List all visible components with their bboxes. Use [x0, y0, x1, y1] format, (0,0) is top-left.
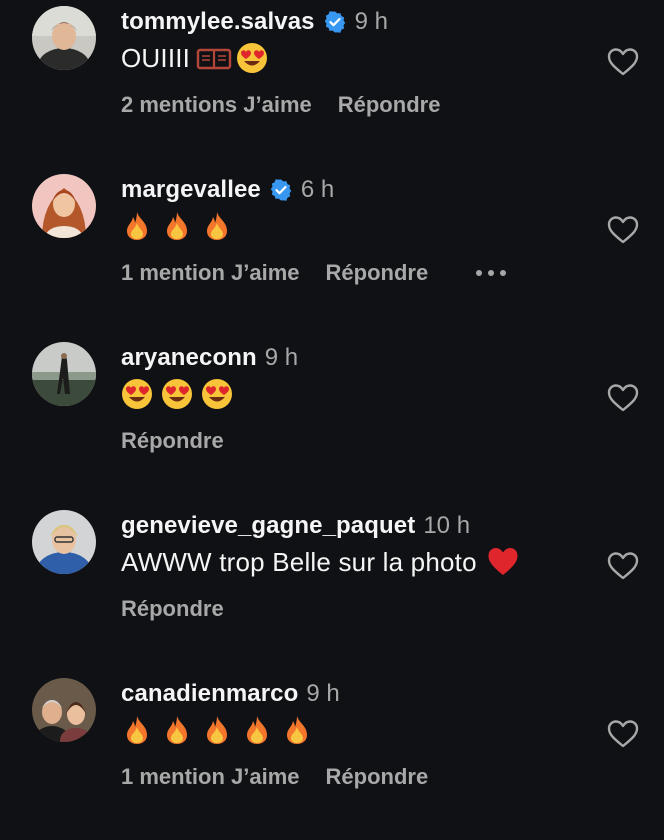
- fire-emoji: [121, 714, 153, 746]
- timestamp: 9 h: [264, 344, 299, 371]
- fire-emoji: [121, 210, 153, 242]
- avatar[interactable]: [32, 174, 96, 238]
- comment-item: canadienmarco 9 h 1 mention J’aime Répon…: [0, 672, 664, 840]
- timestamp: 10 h: [423, 512, 471, 539]
- fire-emoji: [161, 714, 193, 746]
- heart-eyes-emoji: [121, 378, 153, 410]
- avatar[interactable]: [32, 6, 96, 70]
- avatar[interactable]: [32, 510, 96, 574]
- more-options-icon[interactable]: [476, 270, 507, 276]
- heart-eyes-emoji: [161, 378, 193, 410]
- comment-item: genevieve_gagne_paquet 10 h AWWW trop Be…: [0, 504, 664, 672]
- timestamp: 9 h: [306, 680, 340, 707]
- like-heart-icon[interactable]: [607, 719, 639, 749]
- username[interactable]: margevallee: [121, 176, 261, 204]
- verified-badge-icon: [323, 10, 347, 34]
- avatar[interactable]: [32, 678, 96, 742]
- timestamp: 6 h: [300, 176, 335, 203]
- comment-item: margevallee 6 h 1 mention J’aime Répondr…: [0, 168, 664, 336]
- comment-list: tommylee.salvas 9 h OUIIII 2 mentions J’…: [0, 0, 664, 794]
- like-heart-icon[interactable]: [607, 215, 639, 245]
- avatar[interactable]: [32, 342, 96, 406]
- reply-button[interactable]: Répondre: [326, 260, 429, 286]
- fire-emoji: [201, 210, 233, 242]
- comment-text-body: AWWW trop Belle sur la photo: [121, 546, 477, 577]
- comment-text: [121, 378, 241, 410]
- red-heart-emoji: [487, 546, 519, 578]
- book-icon: [196, 46, 232, 70]
- comment-item: aryaneconn 9 h Répondre: [0, 336, 664, 504]
- likes-count[interactable]: 1 mention J’aime: [121, 260, 300, 286]
- comment-item: tommylee.salvas 9 h OUIIII 2 mentions J’…: [0, 0, 664, 168]
- username[interactable]: tommylee.salvas: [121, 8, 315, 36]
- username[interactable]: canadienmarco: [121, 680, 298, 708]
- like-heart-icon[interactable]: [607, 47, 639, 77]
- like-heart-icon[interactable]: [607, 551, 639, 581]
- comment-text: [121, 210, 241, 242]
- reply-button[interactable]: Répondre: [338, 92, 441, 118]
- timestamp: 9 h: [354, 8, 388, 35]
- reply-button[interactable]: Répondre: [121, 428, 224, 454]
- comment-text-body: OUIIII: [121, 42, 191, 73]
- username[interactable]: aryaneconn: [121, 344, 257, 372]
- comment-text: AWWW trop Belle sur la photo: [121, 546, 527, 578]
- comment-text: [121, 714, 321, 746]
- fire-emoji: [281, 714, 313, 746]
- reply-button[interactable]: Répondre: [326, 764, 429, 790]
- username[interactable]: genevieve_gagne_paquet: [121, 512, 415, 540]
- likes-count[interactable]: 2 mentions J’aime: [121, 92, 312, 118]
- comment-text: OUIIII: [121, 42, 276, 74]
- fire-emoji: [161, 210, 193, 242]
- like-heart-icon[interactable]: [607, 383, 639, 413]
- heart-eyes-emoji: [201, 378, 233, 410]
- reply-button[interactable]: Répondre: [121, 596, 224, 622]
- likes-count[interactable]: 1 mention J’aime: [121, 764, 300, 790]
- verified-badge-icon: [269, 178, 293, 202]
- fire-emoji: [241, 714, 273, 746]
- fire-emoji: [201, 714, 233, 746]
- heart-eyes-emoji: [236, 42, 268, 74]
